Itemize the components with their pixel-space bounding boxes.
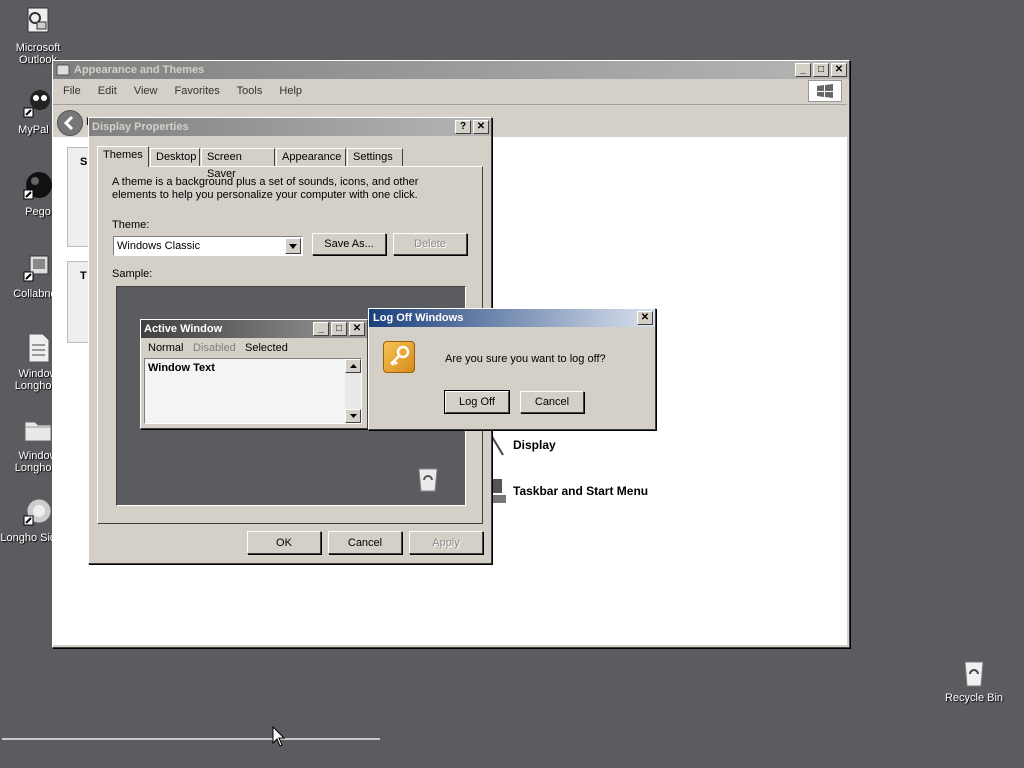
recycle-bin-icon bbox=[415, 465, 441, 496]
logoff-cancel-button[interactable]: Cancel bbox=[520, 391, 584, 413]
maximize-button: □ bbox=[331, 322, 347, 336]
logoff-message: Are you sure you want to log off? bbox=[445, 353, 606, 365]
sample-window-text: Window Text bbox=[148, 362, 215, 374]
tab-themes[interactable]: Themes bbox=[97, 146, 149, 167]
desktop: { "desktop": { "icons": [ {"label": "Mic… bbox=[0, 0, 1024, 768]
sample-label: Sample: bbox=[112, 268, 153, 280]
sample-menu-normal: Normal bbox=[148, 342, 184, 354]
button-label: Save As... bbox=[324, 238, 374, 250]
scroll-down-icon bbox=[345, 409, 361, 423]
explorer-menubar: File Edit View Favorites Tools Help bbox=[63, 85, 316, 97]
menu-view[interactable]: View bbox=[134, 85, 158, 97]
menu-favorites[interactable]: Favorites bbox=[175, 85, 220, 97]
button-label: Log Off bbox=[459, 396, 495, 408]
sample-titlebar: Active Window _ □ ✕ bbox=[141, 320, 367, 338]
theme-select-value: Windows Classic bbox=[117, 240, 201, 252]
button-label: Apply bbox=[432, 536, 460, 549]
theme-label: Theme: bbox=[112, 219, 150, 231]
task-label: Taskbar and Start Menu bbox=[513, 484, 649, 498]
menu-file[interactable]: File bbox=[63, 85, 81, 97]
chevron-down-icon[interactable] bbox=[285, 238, 301, 254]
apply-button[interactable]: Apply bbox=[409, 531, 483, 554]
side-pane-header: T bbox=[80, 270, 87, 282]
tab-settings[interactable]: Settings bbox=[347, 148, 403, 166]
sidebar-icon bbox=[22, 496, 54, 528]
toolbar-divider bbox=[53, 104, 847, 105]
mouse-cursor-icon bbox=[272, 725, 286, 751]
folder-icon bbox=[22, 414, 54, 446]
task-taskbar[interactable]: Taskbar and Start Menu bbox=[489, 477, 648, 505]
pego-icon bbox=[22, 170, 54, 202]
button-label: Cancel bbox=[347, 536, 383, 549]
task-label: Display bbox=[513, 438, 556, 452]
close-button[interactable]: ✕ bbox=[831, 63, 847, 77]
taskbar-line bbox=[2, 738, 380, 740]
button-label: Cancel bbox=[534, 396, 570, 408]
close-button[interactable]: ✕ bbox=[473, 120, 489, 134]
display-properties-titlebar[interactable]: Display Properties ? ✕ bbox=[89, 118, 491, 136]
button-label: OK bbox=[276, 536, 292, 549]
cancel-button[interactable]: Cancel bbox=[328, 531, 402, 554]
desktop-icon-outlook[interactable]: Microsoft Outlook bbox=[0, 6, 76, 66]
sample-title: Active Window bbox=[144, 323, 223, 335]
back-button[interactable] bbox=[57, 110, 83, 136]
theme-select[interactable]: Windows Classic bbox=[113, 236, 303, 256]
tab-strip: Themes Desktop Screen Saver Appearance S… bbox=[97, 146, 483, 180]
help-button[interactable]: ? bbox=[455, 120, 471, 134]
save-as-button[interactable]: Save As... bbox=[312, 233, 386, 255]
close-button[interactable]: ✕ bbox=[637, 311, 653, 325]
sample-active-window: Active Window _ □ ✕ Normal Disabled Sele… bbox=[140, 319, 368, 429]
sample-menu-disabled: Disabled bbox=[193, 342, 236, 354]
longhorn-file-icon bbox=[22, 332, 54, 364]
menu-edit[interactable]: Edit bbox=[98, 85, 117, 97]
logoff-button[interactable]: Log Off bbox=[444, 390, 510, 414]
sample-scrollbar bbox=[345, 359, 361, 423]
minimize-button[interactable]: _ bbox=[795, 63, 811, 77]
button-label: Delete bbox=[414, 238, 446, 250]
tab-appearance[interactable]: Appearance bbox=[276, 148, 346, 166]
maximize-button[interactable]: □ bbox=[813, 63, 829, 77]
logoff-dialog: Log Off Windows ✕ Are you sure you want … bbox=[368, 308, 656, 430]
tab-screen-saver[interactable]: Screen Saver bbox=[201, 148, 275, 180]
logoff-title: Log Off Windows bbox=[373, 312, 464, 324]
delete-button[interactable]: Delete bbox=[393, 233, 467, 255]
scroll-up-icon bbox=[345, 359, 361, 373]
tab-label: Settings bbox=[353, 151, 393, 163]
windows-logo-icon bbox=[808, 80, 842, 102]
logoff-titlebar[interactable]: Log Off Windows ✕ bbox=[369, 309, 655, 327]
side-pane-header: S bbox=[80, 156, 88, 168]
sample-text-area: Window Text bbox=[144, 358, 362, 424]
menu-help[interactable]: Help bbox=[279, 85, 302, 97]
ok-button[interactable]: OK bbox=[247, 531, 321, 554]
desktop-icon-recycle-bin[interactable]: Recycle Bin bbox=[936, 656, 1012, 704]
window-icon bbox=[56, 64, 70, 76]
tab-label: Appearance bbox=[282, 151, 342, 163]
recycle-bin-icon bbox=[958, 656, 990, 688]
minimize-button: _ bbox=[313, 322, 329, 336]
tab-desktop[interactable]: Desktop bbox=[150, 148, 200, 166]
tab-label: Desktop bbox=[156, 151, 197, 163]
task-display[interactable]: Display bbox=[489, 433, 556, 457]
desktop-icon-label: Recycle Bin bbox=[944, 692, 1004, 704]
outlook-icon bbox=[22, 6, 54, 38]
key-icon bbox=[383, 341, 415, 373]
explorer-title: Appearance and Themes bbox=[74, 64, 205, 76]
back-arrow-icon bbox=[63, 115, 74, 131]
dialog-title: Display Properties bbox=[92, 121, 189, 133]
mypal-icon bbox=[22, 88, 54, 120]
collabnet-icon bbox=[22, 252, 54, 284]
tab-label: Themes bbox=[103, 149, 143, 161]
themes-description: A theme is a background plus a set of so… bbox=[112, 176, 419, 201]
sample-menu-selected: Selected bbox=[245, 342, 288, 354]
close-button: ✕ bbox=[349, 322, 365, 336]
explorer-titlebar[interactable]: Appearance and Themes _ □ ✕ bbox=[53, 61, 849, 79]
menu-tools[interactable]: Tools bbox=[237, 85, 263, 97]
